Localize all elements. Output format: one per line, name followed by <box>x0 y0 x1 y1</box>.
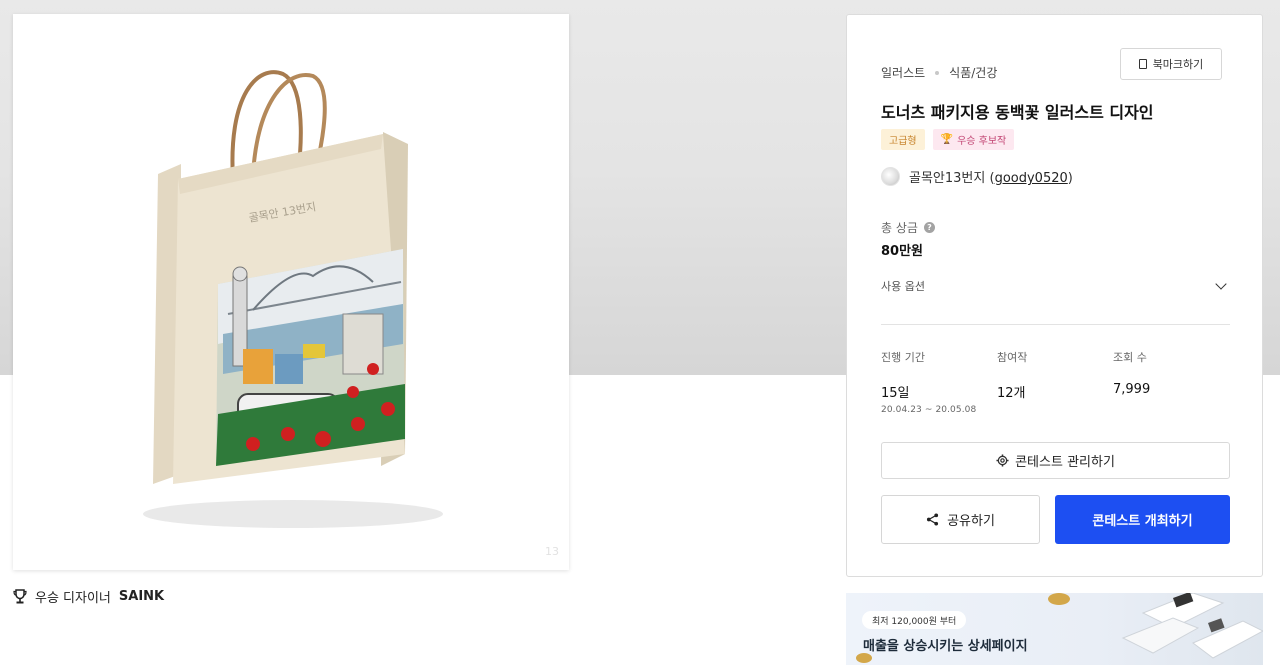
bookmark-label: 북마크하기 <box>1152 58 1204 71</box>
winner-name[interactable]: SAINK <box>119 589 164 604</box>
stat-views: 조회 수 7,999 <box>1113 349 1229 415</box>
ad-headline: 매출을 상승시키는 상세페이지 <box>863 639 1028 654</box>
contest-stats: 진행 기간 15일 20.04.23 ~ 20.05.08 참여작 12개 조회… <box>881 349 1229 415</box>
owner-user-id[interactable]: goody0520 <box>995 171 1068 186</box>
stat-participants-label: 참여작 <box>997 351 1028 364</box>
gear-icon <box>996 454 1009 467</box>
stat-period-label: 진행 기간 <box>881 351 925 364</box>
breadcrumb: 일러스트 식품/건강 <box>881 64 997 81</box>
help-icon[interactable]: ? <box>923 222 935 233</box>
share-button[interactable]: 공유하기 <box>881 495 1040 544</box>
candidate-badge-label: 우승 후보작 <box>957 136 1007 147</box>
candidate-badge: 🏆 우승 후보작 <box>932 129 1015 150</box>
contest-owner[interactable]: 골목안13번지 (goody0520) <box>881 167 1073 186</box>
coin-decoration <box>856 653 872 663</box>
page-number: 13 <box>545 545 559 558</box>
contest-info-card: 일러스트 식품/건강 북마크하기 도너츠 패키지용 동백꽃 일러스트 디자인 고… <box>846 14 1263 577</box>
bookmark-button[interactable]: 북마크하기 <box>1120 48 1222 80</box>
prize-label-text: 총 상금 <box>881 221 918 235</box>
avatar <box>881 167 900 186</box>
chevron-down-icon <box>1215 278 1227 290</box>
coin-decoration <box>1048 593 1070 605</box>
ad-price-chip: 최저 120,000원 부터 <box>862 611 967 629</box>
stat-participants-value: 12개 <box>997 386 1026 401</box>
stat-period-range: 20.04.23 ~ 20.05.08 <box>881 405 977 415</box>
share-icon <box>927 513 939 526</box>
contest-title: 도너츠 패키지용 동백꽃 일러스트 디자인 <box>881 103 1154 122</box>
premium-badge: 고급형 <box>881 129 925 150</box>
manage-contest-label: 콘테스트 관리하기 <box>1015 455 1115 470</box>
manage-contest-button[interactable]: 콘테스트 관리하기 <box>881 442 1230 479</box>
trophy-icon <box>13 588 27 603</box>
owner-nickname: 골목안13번지 <box>909 171 986 186</box>
usage-options-toggle[interactable]: 사용 옵션 <box>881 278 1229 294</box>
ad-banner[interactable]: 최저 120,000원 부터 매출을 상승시키는 상세페이지 <box>846 593 1263 665</box>
host-contest-button[interactable]: 콘테스트 개최하기 <box>1055 495 1230 544</box>
stat-participants: 참여작 12개 <box>997 349 1113 415</box>
badge-group: 고급형 🏆 우승 후보작 <box>881 129 1015 150</box>
stat-period: 진행 기간 15일 20.04.23 ~ 20.05.08 <box>881 349 997 415</box>
winner-prefix: 우승 디자이너 <box>35 591 111 606</box>
ad-mockup-image <box>1121 593 1263 659</box>
divider <box>881 324 1230 325</box>
trophy-icon: 🏆 <box>940 134 954 145</box>
breadcrumb-separator <box>935 70 940 75</box>
prize-label: 총 상금 ? <box>881 219 935 236</box>
stat-views-label: 조회 수 <box>1113 351 1147 364</box>
breadcrumb-item-illust[interactable]: 일러스트 <box>881 64 925 81</box>
share-label: 공유하기 <box>947 514 995 529</box>
bookmark-icon <box>1138 59 1147 69</box>
stat-period-value: 15일 <box>881 386 910 401</box>
breadcrumb-item-food[interactable]: 식품/건강 <box>949 64 997 81</box>
prize-value: 80만원 <box>881 244 924 259</box>
stat-views-value: 7,999 <box>1113 382 1151 397</box>
usage-options-label: 사용 옵션 <box>881 280 925 293</box>
winner-label: 우승 디자이너 SAINK <box>13 587 164 606</box>
product-image-card[interactable]: 골목안 13번지 13 <box>13 14 569 570</box>
shopping-bag-illustration: 골목안 13번지 <box>143 70 443 528</box>
